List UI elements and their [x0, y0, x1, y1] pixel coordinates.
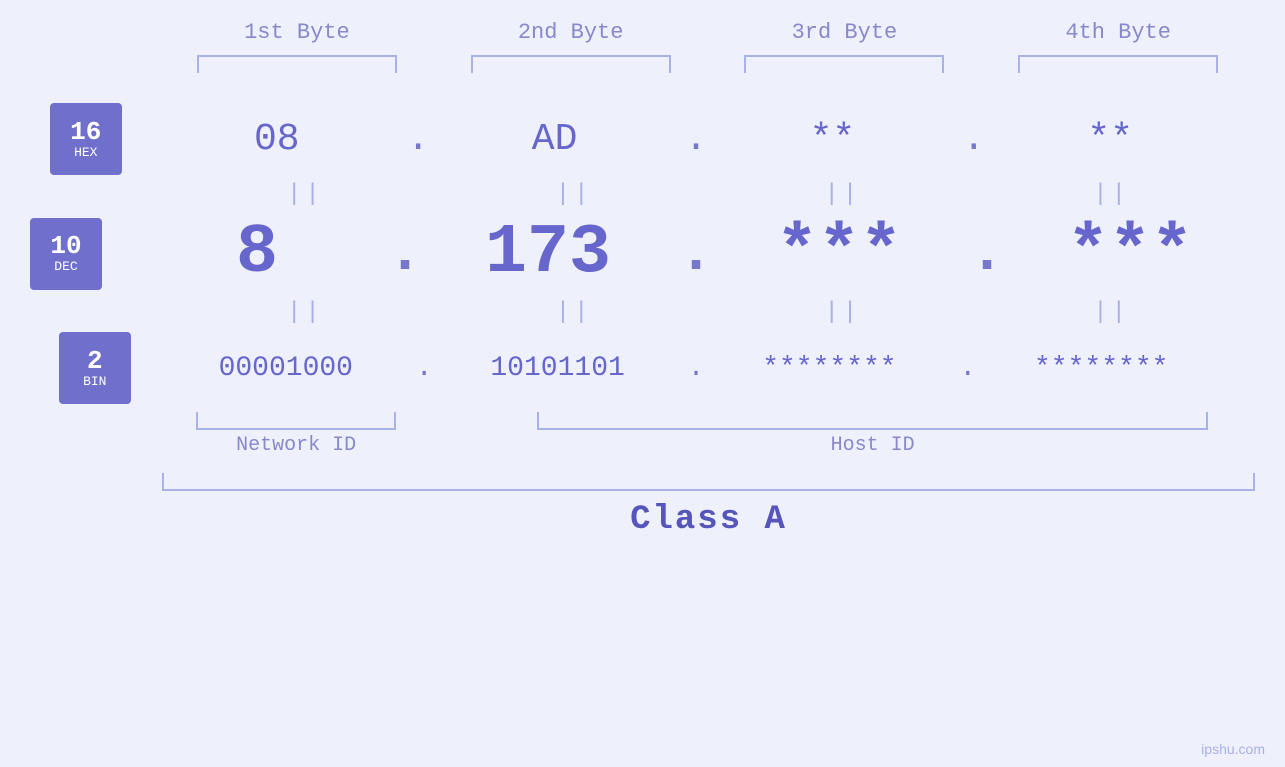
hex-dot1: . [407, 118, 430, 161]
eq1-b2: || [449, 175, 699, 214]
eq1-b4: || [987, 175, 1237, 214]
dec-b4-cell: *** [1005, 214, 1255, 293]
hex-b3-value: ** [810, 118, 856, 161]
bin-b4-cell: ******** [976, 353, 1226, 384]
hex-b4-cell: ** [985, 118, 1235, 161]
hex-b2-cell: AD [430, 118, 680, 161]
dec-badge-num: 10 [50, 233, 81, 259]
bottom-bracket-container: Network ID Host ID [162, 412, 1255, 457]
bin-dot2: . [688, 353, 705, 384]
network-bracket-line [196, 412, 396, 430]
dec-badge-base: DEC [54, 259, 77, 274]
hex-dot2: . [685, 118, 708, 161]
byte-headers: 1st Byte 2nd Byte 3rd Byte 4th Byte [130, 20, 1285, 45]
dec-dot3: . [969, 220, 1005, 288]
byte3-header: 3rd Byte [719, 20, 969, 45]
dec-values: 8 . 173 . *** . *** [132, 214, 1255, 293]
bracket-3 [744, 55, 944, 73]
hex-row: 16 HEX 08 . AD . ** . ** [50, 103, 1235, 175]
dec-b3-value: *** [776, 214, 902, 293]
class-label: Class A [630, 501, 787, 539]
dec-b2-value: 173 [485, 214, 611, 293]
byte2-header: 2nd Byte [446, 20, 696, 45]
hex-badge-num: 16 [70, 119, 101, 145]
eq1-b3: || [718, 175, 968, 214]
equals-row-2: || || || || [161, 293, 1256, 332]
hex-b4-value: ** [1087, 118, 1133, 161]
network-id-label: Network ID [236, 434, 356, 457]
top-brackets [130, 55, 1285, 73]
bin-b1-value: 00001000 [219, 353, 353, 384]
dec-b4-value: *** [1067, 214, 1193, 293]
dec-b1-cell: 8 [132, 214, 382, 293]
network-id-bracket-group: Network ID [172, 412, 420, 457]
bin-b1-cell: 00001000 [161, 353, 411, 384]
class-bracket-line [162, 473, 1255, 491]
dec-row: 10 DEC 8 . 173 . *** . *** [30, 214, 1255, 293]
equals-row-1: || || || || [161, 175, 1256, 214]
class-container: Class A [162, 473, 1255, 539]
bin-b3-cell: ******** [704, 353, 954, 384]
bin-b3-value: ******** [762, 353, 896, 384]
hex-badge-base: HEX [74, 145, 97, 160]
bracket-2 [471, 55, 671, 73]
bracket-4 [1018, 55, 1218, 73]
bin-b2-value: 10101101 [490, 353, 624, 384]
eq2-b2: || [449, 293, 699, 332]
eq2-b1: || [180, 293, 430, 332]
dec-b2-cell: 173 [423, 214, 673, 293]
bin-values: 00001000 . 10101101 . ******** . *******… [161, 353, 1226, 384]
hex-badge: 16 HEX [50, 103, 122, 175]
dec-badge: 10 DEC [30, 218, 102, 290]
byte4-header: 4th Byte [993, 20, 1243, 45]
hex-b3-cell: ** [707, 118, 957, 161]
watermark: ipshu.com [1201, 741, 1265, 757]
hex-b1-value: 08 [254, 118, 300, 161]
bin-badge-base: BIN [83, 374, 106, 389]
bin-badge-num: 2 [87, 348, 103, 374]
host-id-label: Host ID [831, 434, 915, 457]
bin-b2-cell: 10101101 [433, 353, 683, 384]
host-id-bracket-group: Host ID [500, 412, 1245, 457]
byte1-header: 1st Byte [172, 20, 422, 45]
bin-row: 2 BIN 00001000 . 10101101 . ******** . *… [59, 332, 1226, 404]
dec-dot2: . [678, 220, 714, 288]
dec-dot1: . [387, 220, 423, 288]
eq2-b3: || [718, 293, 968, 332]
hex-b2-value: AD [532, 118, 578, 161]
bin-b4-value: ******** [1034, 353, 1168, 384]
hex-dot3: . [962, 118, 985, 161]
hex-b1-cell: 08 [152, 118, 402, 161]
dec-b1-value: 8 [236, 214, 278, 293]
bin-dot3: . [959, 353, 976, 384]
bin-dot1: . [416, 353, 433, 384]
bracket-1 [197, 55, 397, 73]
eq1-b1: || [180, 175, 430, 214]
bin-badge: 2 BIN [59, 332, 131, 404]
eq2-b4: || [987, 293, 1237, 332]
main-container: 1st Byte 2nd Byte 3rd Byte 4th Byte 16 H… [0, 0, 1285, 767]
dec-b3-cell: *** [714, 214, 964, 293]
host-bracket-line [537, 412, 1207, 430]
hex-values: 08 . AD . ** . ** [152, 118, 1235, 161]
